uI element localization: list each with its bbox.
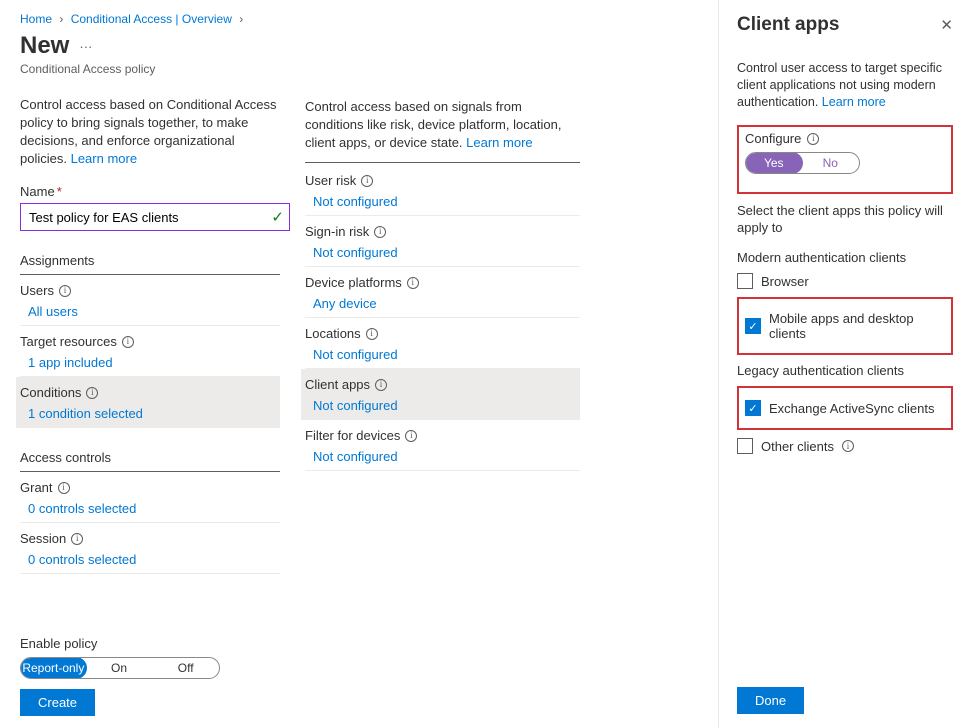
eas-checkbox-row[interactable]: Exchange ActiveSync clients xyxy=(745,400,945,416)
name-label: Name* xyxy=(20,184,280,199)
checkbox-unchecked[interactable] xyxy=(737,438,753,454)
enable-policy-label: Enable policy xyxy=(20,636,300,651)
signin-risk-row[interactable]: Sign-in risk Not configured xyxy=(305,216,580,267)
users-row[interactable]: Users All users xyxy=(20,275,280,326)
breadcrumb-home[interactable]: Home xyxy=(20,12,52,26)
info-icon[interactable] xyxy=(374,226,386,238)
more-actions-icon[interactable]: ··· xyxy=(79,39,92,54)
info-icon[interactable] xyxy=(122,336,134,348)
modern-auth-group: Modern authentication clients xyxy=(737,250,953,265)
panel-title: Client apps xyxy=(737,14,839,36)
select-apps-text: Select the client apps this policy will … xyxy=(737,202,953,236)
info-icon[interactable] xyxy=(71,533,83,545)
toggle-report-only[interactable]: Report-only xyxy=(20,657,87,679)
done-button[interactable]: Done xyxy=(737,687,804,714)
locations-row[interactable]: Locations Not configured xyxy=(305,318,580,369)
other-clients-checkbox-row[interactable]: Other clients xyxy=(737,438,953,454)
policy-name-input[interactable] xyxy=(20,203,290,231)
info-icon[interactable] xyxy=(375,379,387,391)
configure-toggle[interactable]: Yes No xyxy=(745,152,860,174)
client-apps-row[interactable]: Client apps Not configured xyxy=(301,369,580,420)
info-icon[interactable] xyxy=(405,430,417,442)
device-platforms-row[interactable]: Device platforms Any device xyxy=(305,267,580,318)
assignments-header: Assignments xyxy=(20,253,280,275)
enable-policy-toggle[interactable]: Report-only On Off xyxy=(20,657,220,679)
checkbox-unchecked[interactable] xyxy=(737,273,753,289)
info-icon[interactable] xyxy=(407,277,419,289)
panel-description: Control user access to target specific c… xyxy=(737,60,953,111)
info-icon[interactable] xyxy=(86,387,98,399)
mobile-apps-checkbox-row[interactable]: Mobile apps and desktop clients xyxy=(745,311,945,341)
checkbox-checked[interactable] xyxy=(745,400,761,416)
grant-row[interactable]: Grant 0 controls selected xyxy=(20,472,280,523)
breadcrumb-ca[interactable]: Conditional Access | Overview xyxy=(71,12,232,26)
breadcrumb: Home › Conditional Access | Overview › xyxy=(20,12,280,26)
configure-no[interactable]: No xyxy=(802,153,860,173)
create-button[interactable]: Create xyxy=(20,689,95,716)
toggle-on[interactable]: On xyxy=(86,658,153,678)
check-icon: ✓ xyxy=(271,208,284,226)
learn-more-link[interactable]: Learn more xyxy=(822,95,886,109)
checkbox-checked[interactable] xyxy=(745,318,761,334)
page-subtitle: Conditional Access policy xyxy=(20,62,280,76)
info-icon[interactable] xyxy=(59,285,71,297)
filter-devices-row[interactable]: Filter for devices Not configured xyxy=(305,420,580,471)
info-icon[interactable] xyxy=(58,482,70,494)
info-icon[interactable] xyxy=(366,328,378,340)
legacy-auth-group: Legacy authentication clients xyxy=(737,363,953,378)
configure-yes[interactable]: Yes xyxy=(745,152,803,174)
info-icon[interactable] xyxy=(807,133,819,145)
session-row[interactable]: Session 0 controls selected xyxy=(20,523,280,574)
access-controls-header: Access controls xyxy=(20,450,280,472)
conditions-row[interactable]: Conditions 1 condition selected xyxy=(16,377,280,428)
info-icon[interactable] xyxy=(361,175,373,187)
targets-row[interactable]: Target resources 1 app included xyxy=(20,326,280,377)
configure-label: Configure xyxy=(745,131,801,146)
left-description: Control access based on Conditional Acce… xyxy=(20,96,280,170)
info-icon[interactable] xyxy=(842,440,854,452)
client-apps-panel: Client apps ✕ Control user access to tar… xyxy=(718,0,971,728)
user-risk-row[interactable]: User risk Not configured xyxy=(305,165,580,216)
learn-more-link[interactable]: Learn more xyxy=(466,135,532,150)
close-icon[interactable]: ✕ xyxy=(940,16,953,34)
page-title: New xyxy=(20,32,69,60)
browser-checkbox-row[interactable]: Browser xyxy=(737,273,953,289)
learn-more-link[interactable]: Learn more xyxy=(71,151,137,166)
toggle-off[interactable]: Off xyxy=(152,658,219,678)
